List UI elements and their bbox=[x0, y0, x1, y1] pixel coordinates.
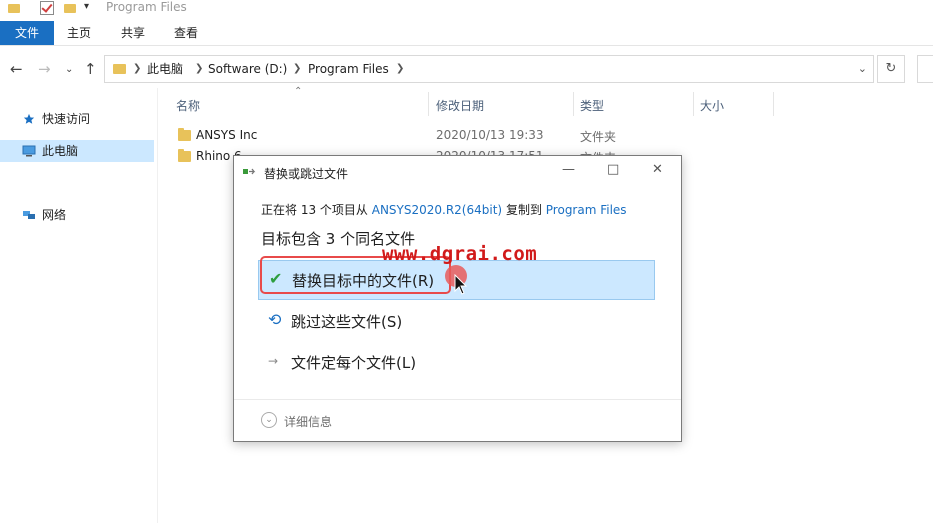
pane-divider[interactable] bbox=[157, 88, 158, 523]
address-bar[interactable]: ❯ 此电脑 ❯ Software (D:) ❯ Program Files ❯ … bbox=[104, 55, 874, 83]
chevron-down-icon[interactable]: ⌄ bbox=[858, 56, 867, 82]
maximize-icon[interactable]: □ bbox=[607, 162, 619, 177]
desc-mid: 复制到 bbox=[505, 203, 542, 217]
tab-view[interactable]: 查看 bbox=[174, 21, 198, 45]
skip-files-label: 跳过这些文件(S) bbox=[291, 313, 403, 331]
recent-locations-icon[interactable]: ⌄ bbox=[65, 64, 73, 75]
more-details-toggle[interactable]: 详细信息 bbox=[284, 413, 332, 430]
chevron-right-icon[interactable]: ❯ bbox=[195, 56, 203, 82]
column-divider[interactable] bbox=[693, 92, 694, 116]
skip-files-option[interactable]: ⟲ 跳过这些文件(S) bbox=[258, 302, 655, 342]
column-header-size[interactable]: 大小 bbox=[700, 97, 724, 114]
window-title: Program Files bbox=[106, 0, 187, 14]
breadcrumb-this-pc[interactable]: 此电脑 bbox=[147, 56, 183, 82]
minimize-icon[interactable]: — bbox=[562, 162, 575, 177]
dialog-description: 正在将 13 个项目从 ANSYS2020.R2(64bit) 复制到 Prog… bbox=[261, 201, 627, 218]
folder-icon bbox=[113, 64, 126, 74]
replace-or-skip-dialog: 替换或跳过文件 — □ ✕ 正在将 13 个项目从 ANSYS2020.R2(6… bbox=[233, 155, 682, 442]
nav-this-pc[interactable]: 此电脑 bbox=[0, 140, 154, 162]
back-arrow-icon[interactable]: ← bbox=[10, 60, 23, 78]
nav-quick-access[interactable]: 快速访问 bbox=[0, 108, 154, 130]
search-input[interactable] bbox=[917, 55, 933, 83]
column-divider[interactable] bbox=[428, 92, 429, 116]
tab-share[interactable]: 共享 bbox=[121, 21, 145, 45]
nav-this-pc-label: 此电脑 bbox=[42, 144, 79, 158]
nav-quick-access-label: 快速访问 bbox=[42, 112, 91, 126]
tab-file[interactable]: 文件 bbox=[0, 21, 54, 45]
tab-home[interactable]: 主页 bbox=[67, 21, 91, 45]
mouse-cursor-icon bbox=[454, 274, 468, 295]
folder-icon bbox=[178, 128, 191, 141]
nav-network[interactable]: 网络 bbox=[0, 204, 154, 226]
chevron-down-circle-icon[interactable]: ⌄ bbox=[261, 412, 277, 428]
column-divider[interactable] bbox=[573, 92, 574, 116]
copy-files-icon bbox=[243, 168, 256, 175]
destination-folder-link[interactable]: Program Files bbox=[546, 203, 627, 217]
column-header-date[interactable]: 修改日期 bbox=[436, 97, 484, 114]
computer-icon bbox=[22, 145, 36, 157]
breadcrumb-program-files[interactable]: Program Files bbox=[308, 56, 389, 82]
network-icon bbox=[23, 211, 35, 219]
column-header-name[interactable]: 名称 bbox=[176, 97, 200, 114]
star-icon bbox=[23, 113, 35, 124]
dialog-divider bbox=[234, 399, 681, 400]
title-bar: ▾ Program Files bbox=[0, 0, 933, 18]
close-icon[interactable]: ✕ bbox=[652, 162, 663, 177]
breadcrumb-drive[interactable]: Software (D:) bbox=[208, 56, 287, 82]
decide-arrow-icon: → bbox=[268, 354, 279, 368]
decide-each-file-label: 文件定每个文件(L) bbox=[291, 354, 417, 372]
column-divider[interactable] bbox=[773, 92, 774, 116]
customize-toolbar-icon[interactable]: ▾ bbox=[84, 1, 89, 12]
skip-arrow-icon: ⟲ bbox=[268, 310, 282, 329]
chevron-right-icon[interactable]: ❯ bbox=[396, 56, 404, 82]
folder-icon bbox=[8, 4, 20, 13]
new-folder-icon[interactable] bbox=[64, 4, 76, 13]
chevron-right-icon[interactable]: ❯ bbox=[293, 56, 301, 82]
dialog-title: 替换或跳过文件 bbox=[264, 167, 349, 181]
sort-ascending-icon: ⌃ bbox=[294, 86, 303, 97]
properties-icon[interactable] bbox=[40, 1, 54, 15]
chevron-right-icon[interactable]: ❯ bbox=[133, 56, 141, 82]
file-name[interactable]: ANSYS Inc bbox=[196, 128, 257, 142]
column-header-type[interactable]: 类型 bbox=[580, 97, 604, 114]
source-folder-link[interactable]: ANSYS2020.R2(64bit) bbox=[372, 203, 502, 217]
up-arrow-icon[interactable]: ↑ bbox=[84, 60, 97, 78]
desc-prefix: 正在将 13 个项目从 bbox=[261, 203, 368, 217]
watermark: www.dgrai.com bbox=[382, 243, 538, 265]
decide-each-file-option[interactable]: → 文件定每个文件(L) bbox=[258, 343, 655, 383]
folder-icon bbox=[178, 149, 191, 162]
refresh-button[interactable]: ↻ bbox=[877, 55, 905, 83]
file-date: 2020/10/13 19:33 bbox=[436, 128, 544, 142]
forward-arrow-icon[interactable]: → bbox=[38, 60, 51, 78]
nav-network-label: 网络 bbox=[42, 208, 67, 222]
ribbon: 文件 主页 共享 查看 bbox=[0, 21, 933, 46]
file-type: 文件夹 bbox=[580, 130, 617, 144]
